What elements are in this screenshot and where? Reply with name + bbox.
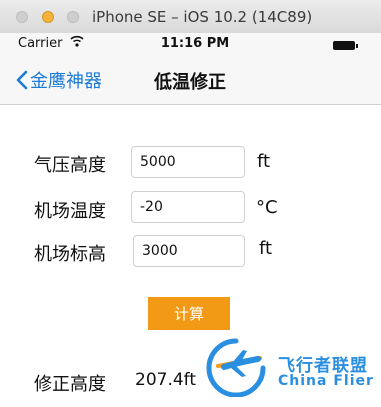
window-title: iPhone SE – iOS 10.2 (14C89) xyxy=(92,8,313,26)
back-button[interactable]: 金鹰神器 xyxy=(16,67,102,93)
airplane-logo-icon xyxy=(206,338,266,397)
status-bar: Carrier 11:16 PM xyxy=(0,33,381,55)
pressure-altitude-label: 气压高度 xyxy=(34,155,106,176)
watermark-en-text: China Flier xyxy=(278,373,374,389)
pressure-altitude-input[interactable] xyxy=(131,146,245,178)
navigation-bar: 金鹰神器 低温修正 xyxy=(0,55,381,105)
close-window-button[interactable] xyxy=(16,11,28,23)
battery-icon xyxy=(333,41,358,50)
airport-temperature-input[interactable] xyxy=(131,191,245,223)
china-flier-watermark: 飞行者联盟 China Flier xyxy=(196,337,381,397)
corrected-altitude-value: 207.4ft xyxy=(135,370,197,390)
airport-temperature-label: 机场温度 xyxy=(34,201,106,222)
pressure-altitude-unit: ft xyxy=(257,151,271,172)
airport-elevation-input[interactable] xyxy=(133,235,245,267)
calculate-button[interactable]: 计算 xyxy=(148,297,230,330)
wifi-icon xyxy=(70,35,84,50)
back-button-label: 金鹰神器 xyxy=(30,71,102,92)
corrected-altitude-label: 修正高度 xyxy=(34,374,106,395)
simulator-title-bar: iPhone SE – iOS 10.2 (14C89) xyxy=(0,0,381,34)
status-time: 11:16 PM xyxy=(160,36,230,51)
chevron-left-icon xyxy=(16,70,28,90)
airport-elevation-unit: ft xyxy=(259,238,273,259)
minimize-window-button[interactable] xyxy=(42,11,54,23)
carrier-label: Carrier xyxy=(18,36,63,51)
zoom-window-button[interactable] xyxy=(67,11,79,23)
airport-elevation-label: 机场标高 xyxy=(34,244,106,265)
airport-temperature-unit: °C xyxy=(256,197,278,218)
page-title: 低温修正 xyxy=(154,72,226,93)
